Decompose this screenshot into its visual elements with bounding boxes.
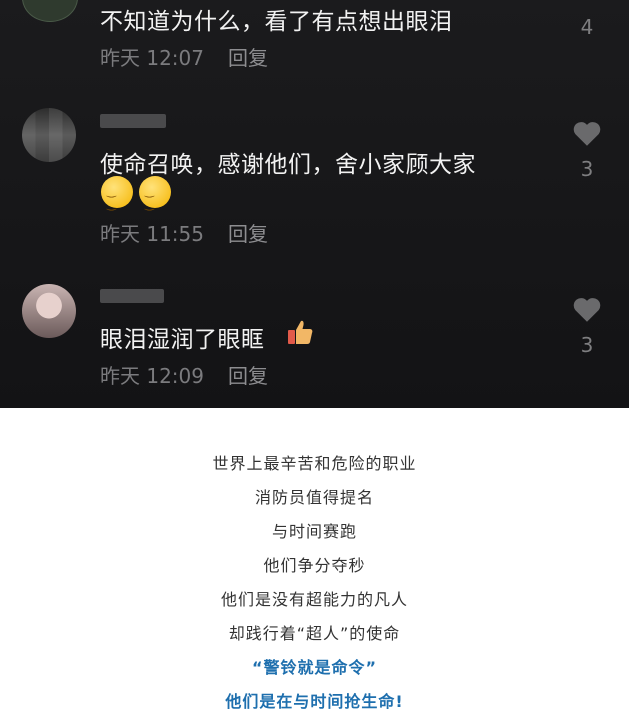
article-line: 与时间赛跑	[271, 522, 357, 541]
comment-time: 昨天 12:07	[100, 46, 204, 70]
article-highlight-line: 他们是在与时间抢生命!	[225, 692, 404, 711]
like-count: 3	[580, 333, 594, 357]
reply-button[interactable]: 回复	[228, 364, 268, 388]
article-line: 消防员值得提名	[254, 488, 374, 507]
article-line: 他们是没有超能力的凡人	[220, 590, 408, 609]
like-count: 4	[580, 15, 594, 39]
article-line: 却践行着“超人”的使命	[228, 624, 401, 643]
comment-text: 不知道为什么，看了有点想出眼泪	[100, 9, 453, 35]
like-button[interactable]: 4	[567, 0, 607, 39]
smirk-emoji-icon: ‿ ‿	[139, 176, 171, 211]
reply-button[interactable]: 回复	[228, 46, 268, 70]
article-line: 世界上最辛苦和危险的职业	[212, 454, 417, 473]
like-button[interactable]: 3	[567, 120, 607, 181]
comment-text: 眼泪湿润了眼眶	[100, 327, 265, 353]
comment-section: ♪ 不知道为什么，看了有点想出眼泪 昨天 12:07 回复 4 使命召唤，感谢他们…	[0, 0, 629, 408]
smirk-emoji-icon: ‿ ‿	[101, 176, 133, 211]
article-highlight-line: “警铃就是命令”	[251, 658, 378, 677]
like-button[interactable]: 3	[567, 296, 607, 357]
comment-time: 昨天 11:55	[100, 222, 204, 246]
avatar[interactable]: ♪	[22, 0, 78, 22]
article-line: 他们争分夺秒	[263, 556, 366, 575]
heart-icon	[573, 122, 601, 146]
comment-text: 使命召唤，感谢他们，舍小家顾大家	[100, 152, 476, 178]
comment-meta: 昨天 12:09 回复	[100, 360, 268, 389]
reply-button[interactable]: 回复	[228, 222, 268, 246]
comment-time: 昨天 12:09	[100, 364, 204, 388]
avatar[interactable]	[22, 284, 76, 338]
avatar[interactable]	[22, 108, 76, 162]
comment-meta: 昨天 12:07 回复	[100, 42, 268, 71]
thumbs-up-emoji-icon	[288, 320, 313, 344]
username-blurred	[100, 114, 166, 128]
like-count: 3	[580, 157, 594, 181]
article-text: 世界上最辛苦和危险的职业 消防员值得提名 与时间赛跑 他们争分夺秒 他们是没有超…	[0, 408, 629, 712]
comment-meta: 昨天 11:55 回复	[100, 218, 268, 247]
heart-icon	[573, 298, 601, 322]
username-blurred	[100, 289, 164, 303]
